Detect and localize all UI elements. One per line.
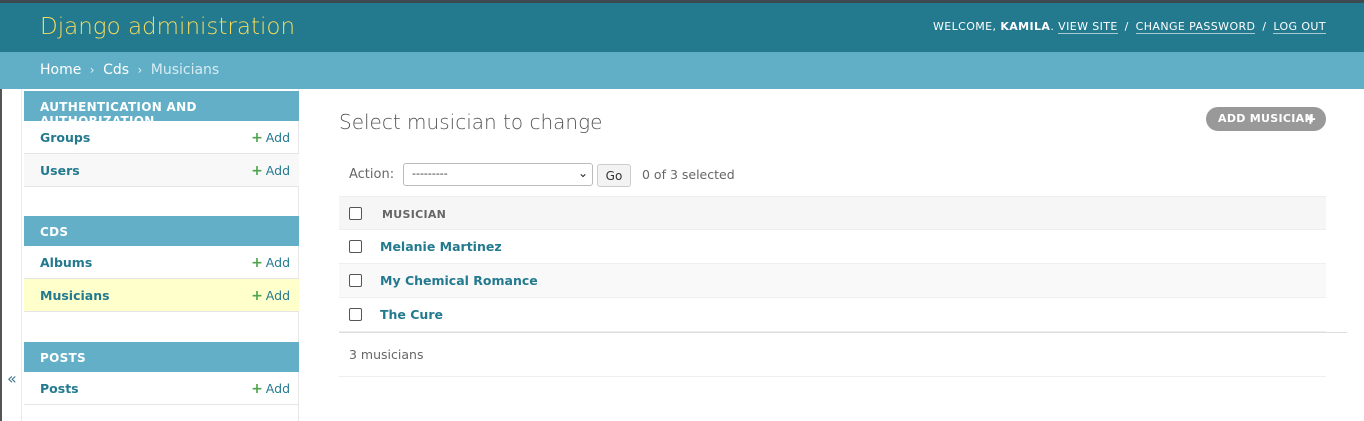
action-select-value: --------- xyxy=(412,167,448,180)
divider xyxy=(339,376,1326,377)
breadcrumb-separator: › xyxy=(89,63,95,77)
add-musician-button[interactable]: ADD MUSICIAN + xyxy=(1206,107,1326,131)
sidebar-toggle[interactable]: « xyxy=(0,89,22,421)
collapse-sidebar-icon[interactable]: « xyxy=(7,369,17,388)
add-label: Add xyxy=(265,130,290,145)
add-button-label: ADD MUSICIAN xyxy=(1218,112,1314,125)
breadcrumb-cds[interactable]: Cds xyxy=(103,62,129,78)
paginator: 3 musicians xyxy=(349,347,424,362)
log-out-link[interactable]: LOG OUT xyxy=(1273,20,1326,34)
actions-bar: Action: --------- ⌄ Go 0 of 3 selected xyxy=(339,163,1326,189)
breadcrumb-home[interactable]: Home xyxy=(40,62,81,78)
breadcrumb-current: Musicians xyxy=(150,62,220,78)
action-select[interactable]: --------- ⌄ xyxy=(403,163,593,186)
table-row: Melanie Martinez xyxy=(339,230,1326,264)
module-caption[interactable]: CDS xyxy=(24,216,299,246)
sidebar-item-label[interactable]: Users xyxy=(40,163,80,178)
plus-icon: + xyxy=(1304,110,1317,128)
add-album-link[interactable]: + Add xyxy=(251,255,290,271)
breadcrumb-separator: › xyxy=(137,63,143,77)
module-posts: POSTS Posts + Add xyxy=(24,342,299,405)
table-row: The Cure xyxy=(339,298,1326,332)
add-musician-link[interactable]: + Add xyxy=(251,288,290,304)
module-auth: AUTHENTICATION AND AUTHORIZATION Groups … xyxy=(24,91,299,187)
header: Django administration WELCOME, KAMILA. V… xyxy=(0,3,1364,52)
add-group-link[interactable]: + Add xyxy=(251,130,290,146)
row-checkbox[interactable] xyxy=(349,274,362,287)
musician-link[interactable]: My Chemical Romance xyxy=(380,273,538,288)
sidebar: AUTHENTICATION AND AUTHORIZATION Groups … xyxy=(24,89,299,421)
action-label: Action: xyxy=(349,167,395,182)
welcome-text: WELCOME, xyxy=(933,20,997,33)
row-checkbox[interactable] xyxy=(349,240,362,253)
select-all-checkbox[interactable] xyxy=(349,207,362,220)
add-label: Add xyxy=(265,163,290,178)
plus-icon: + xyxy=(251,255,263,271)
username: KAMILA xyxy=(1000,20,1051,33)
musician-link[interactable]: The Cure xyxy=(380,307,443,322)
table-header: MUSICIAN xyxy=(339,196,1326,230)
page-title: Select musician to change xyxy=(339,110,603,134)
change-password-link[interactable]: CHANGE PASSWORD xyxy=(1135,20,1256,34)
sidebar-item-label[interactable]: Albums xyxy=(40,255,92,270)
plus-icon: + xyxy=(251,288,263,304)
module-cds: CDS Albums + Add Musicians + Add xyxy=(24,216,299,312)
add-label: Add xyxy=(265,255,290,270)
sidebar-item-musicians[interactable]: Musicians + Add xyxy=(24,279,299,312)
table-row: My Chemical Romance xyxy=(339,264,1326,298)
go-button[interactable]: Go xyxy=(597,164,631,187)
add-label: Add xyxy=(265,288,290,303)
musician-link[interactable]: Melanie Martinez xyxy=(380,239,502,254)
add-user-link[interactable]: + Add xyxy=(251,163,290,179)
selection-counter: 0 of 3 selected xyxy=(642,167,735,182)
separator: / xyxy=(1124,20,1129,33)
user-tools: WELCOME, KAMILA. VIEW SITE / CHANGE PASS… xyxy=(933,20,1326,34)
column-header-musician[interactable]: MUSICIAN xyxy=(382,208,446,221)
sidebar-item-albums[interactable]: Albums + Add xyxy=(24,246,299,279)
breadcrumb: Home › Cds › Musicians xyxy=(0,52,1364,89)
add-post-link[interactable]: + Add xyxy=(251,381,290,397)
sidebar-item-users[interactable]: Users + Add xyxy=(24,154,299,187)
sidebar-item-posts[interactable]: Posts + Add xyxy=(24,372,299,405)
sidebar-item-label[interactable]: Groups xyxy=(40,130,90,145)
site-name[interactable]: Django administration xyxy=(40,14,295,40)
plus-icon: + xyxy=(251,381,263,397)
sidebar-item-groups[interactable]: Groups + Add xyxy=(24,121,299,154)
divider xyxy=(339,332,1347,333)
chevron-down-icon: ⌄ xyxy=(577,166,588,180)
view-site-link[interactable]: VIEW SITE xyxy=(1058,20,1118,34)
separator: / xyxy=(1262,20,1267,33)
plus-icon: + xyxy=(251,130,263,146)
module-caption[interactable]: AUTHENTICATION AND AUTHORIZATION xyxy=(24,91,299,128)
sidebar-item-label[interactable]: Posts xyxy=(40,381,79,396)
row-checkbox[interactable] xyxy=(349,308,362,321)
sidebar-item-label[interactable]: Musicians xyxy=(40,288,110,303)
result-table: MUSICIAN Melanie Martinez My Chemical Ro… xyxy=(339,196,1326,332)
plus-icon: + xyxy=(251,163,263,179)
add-label: Add xyxy=(265,381,290,396)
module-caption[interactable]: POSTS xyxy=(24,342,299,372)
